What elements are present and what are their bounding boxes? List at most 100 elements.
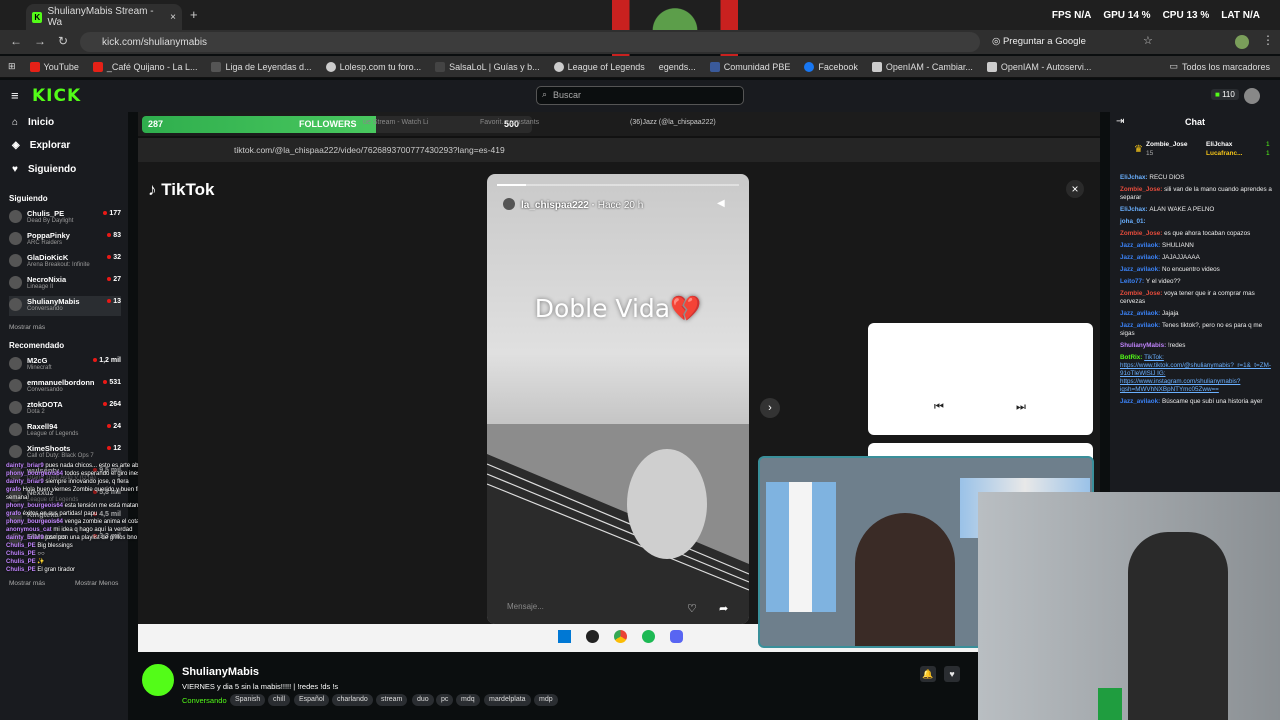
chat-username[interactable]: BotRix: — [1120, 354, 1144, 361]
chat-text: RECU DIOS — [1149, 174, 1185, 181]
close-icon: × — [1066, 180, 1084, 198]
chat-username[interactable]: Jazz_avilaok: — [1120, 398, 1162, 405]
bookmark-lolesp[interactable]: Lolesp.com tu foro... — [325, 61, 421, 72]
nav-inicio[interactable]: ⌂ Inicio — [12, 117, 54, 128]
browser-tab-active[interactable]: K ShulianyMabis Stream - Wa × — [26, 4, 182, 30]
reload-icon[interactable]: ↻ — [58, 34, 68, 48]
spotify-icon — [642, 630, 655, 643]
tag[interactable]: charlando — [332, 694, 373, 706]
chat-text: No encuentro videos — [1162, 266, 1220, 273]
chat-panel: ⇥ Chat ♛ Zombie_Jose 15 EliJchax 1 Lucaf… — [1110, 112, 1280, 492]
chat-username[interactable]: ShulianyMabis: — [1120, 342, 1168, 349]
next-track-icon: ⏭ — [1016, 401, 1026, 413]
bookmark-star-icon[interactable]: ☆ — [1143, 34, 1153, 47]
channel-item[interactable]: M2cG Minecraft 1,2 mil — [9, 355, 121, 375]
bookmark-openiam-1[interactable]: OpenIAM - Cambiar... — [871, 61, 973, 72]
profile-avatar[interactable] — [1235, 35, 1249, 49]
chat-username[interactable]: EliJchax: — [1120, 174, 1149, 181]
tag[interactable]: duo — [412, 694, 434, 706]
tag[interactable]: Spanish — [230, 694, 266, 706]
channel-item[interactable]: GlaDioKicK Arena Breakout: Infinite 32 — [9, 252, 121, 272]
channel-item[interactable]: Chulis_PE Dead By Daylight 177 — [9, 208, 121, 228]
tag[interactable]: pc — [436, 694, 454, 706]
tag[interactable]: Español — [294, 694, 330, 706]
tag[interactable]: mardelplata — [484, 694, 531, 706]
bookmark-salsalol[interactable]: SalsaLoL | Guías y b... — [435, 61, 540, 72]
forward-icon[interactable]: → — [34, 34, 46, 48]
tag[interactable]: stream — [376, 694, 408, 706]
chat-username[interactable]: Zombie_Jose: — [1120, 230, 1164, 237]
channel-item[interactable]: NecroNixia Lineage II 27 — [9, 274, 121, 294]
chat-text: JAJAJJAAAA — [1162, 254, 1200, 261]
bookmark-youtube[interactable]: YouTube — [29, 61, 79, 72]
kicks-counter[interactable]: ■ 110 — [1211, 89, 1239, 100]
next-video-icon: › — [760, 398, 780, 418]
show-more-link[interactable]: Mostrar más — [9, 324, 45, 331]
url-input[interactable]: kick.com/shulianymabis — [80, 32, 980, 52]
guitar-image — [487, 424, 749, 624]
avatar — [9, 379, 22, 392]
browser-tab-bar: K ShulianyMabis Stream - Wa × + FPS N/A … — [0, 0, 1280, 68]
chat-username[interactable]: Zombie_Jose: — [1120, 290, 1164, 297]
chat-username[interactable]: Jazz_avilaok: — [1120, 266, 1162, 273]
chat-message: Jazz_avilaok: JAJAJJAAAA — [1120, 254, 1276, 262]
stream-category[interactable]: Conversando — [182, 696, 227, 705]
bookmark-cafe-quijano[interactable]: _Café Quijano - La L... — [92, 61, 197, 72]
chat-message: Zombie_Jose: voya tener que ir a comprar… — [1120, 290, 1276, 306]
tiktok-logo: ♪ TikTok — [148, 180, 215, 199]
chat-username[interactable]: Jazz_avilaok: — [1120, 242, 1162, 249]
chat-username[interactable]: Zombie_Jose: — [1120, 186, 1164, 193]
chat-username[interactable]: EliJchax: — [1120, 206, 1149, 213]
chat-username[interactable]: Jazz_avilaok: — [1120, 310, 1162, 317]
tag[interactable]: mdp — [534, 694, 558, 706]
bookmark-lol-frag[interactable]: egends... — [659, 62, 696, 72]
channel-item[interactable]: PoppaPinky ARC Raiders 83 — [9, 230, 121, 250]
bookmark-lol[interactable]: League of Legends — [553, 61, 645, 72]
nav-explorar[interactable]: ◈ Explorar — [12, 140, 70, 151]
channel-item[interactable]: ztokDOTA Dota 2 264 — [9, 399, 121, 419]
user-avatar[interactable] — [1244, 88, 1260, 104]
tag[interactable]: mdq — [456, 694, 480, 706]
previous-track-icon: ⏮ — [934, 401, 944, 413]
bookmark-facebook[interactable]: Facebook — [804, 61, 858, 72]
channel-item[interactable]: XimeShoots Call of Duty: Black Ops 7 12 — [9, 443, 121, 463]
chat-username[interactable]: Jazz_avilaok: — [1120, 322, 1162, 329]
chat-text: !redes — [1167, 342, 1186, 349]
channel-item[interactable]: Raxell94 League of Legends 24 — [9, 421, 121, 441]
search-input[interactable]: Buscar — [536, 86, 744, 105]
streamer-avatar[interactable] — [142, 664, 174, 696]
all-bookmarks[interactable]: ▭ Todos los marcadores — [1169, 61, 1270, 72]
chat-message: Zombie_Jose: es que ahora tocaban copazo… — [1120, 230, 1276, 238]
new-tab-button[interactable]: + — [190, 7, 198, 22]
bookmark-openiam-2[interactable]: OpenIAM - Autoservi... — [986, 61, 1091, 72]
show-less-link[interactable]: Mostrar Menos — [75, 580, 118, 587]
follow-heart-icon[interactable]: ♥ — [944, 666, 960, 682]
kick-logo[interactable]: KICK — [32, 86, 81, 106]
bookmark-liga[interactable]: Liga de Leyendas d... — [211, 61, 312, 72]
tab-close-icon[interactable]: × — [170, 12, 176, 23]
tab-title: ShulianyMabis Stream - Wa — [47, 6, 154, 28]
recommended-title: Recomendado — [9, 341, 65, 350]
channel-item-active[interactable]: ShulianyMabis Conversando 13 — [9, 296, 121, 316]
channel-item[interactable]: emmanuelbordonn Conversando 531 — [9, 377, 121, 397]
chat-message: joha_01: — [1120, 218, 1276, 226]
tag[interactable]: chill — [268, 694, 291, 706]
media-controls-card: ⏮ ⏭ — [868, 323, 1093, 435]
lat-value: N/A — [1242, 10, 1260, 21]
nav-siguiendo[interactable]: ♥ Siguiendo — [12, 164, 76, 175]
back-icon[interactable]: ← — [10, 34, 22, 48]
chat-text: SHULIANN — [1162, 242, 1194, 249]
hamburger-menu-icon[interactable]: ≡ — [11, 88, 19, 103]
chat-username[interactable]: Leito77: — [1120, 278, 1146, 285]
ask-google-button[interactable]: ◎ Preguntar a Google — [992, 36, 1086, 47]
streamer-name[interactable]: ShulianyMabis — [182, 666, 259, 678]
menu-icon[interactable]: ⋮ — [1262, 33, 1274, 47]
chat-username[interactable]: Jazz_avilaok: — [1120, 254, 1162, 261]
apps-icon[interactable]: ⊞ — [8, 61, 16, 72]
video-time: Hace 20 h — [597, 200, 644, 211]
green-can — [1098, 688, 1122, 720]
bookmark-pbe[interactable]: Comunidad PBE — [709, 61, 790, 72]
show-more-link-2[interactable]: Mostrar más — [9, 580, 45, 587]
notification-bell-icon[interactable]: 🔔 — [920, 666, 936, 682]
chat-username[interactable]: joha_01: — [1120, 218, 1146, 225]
